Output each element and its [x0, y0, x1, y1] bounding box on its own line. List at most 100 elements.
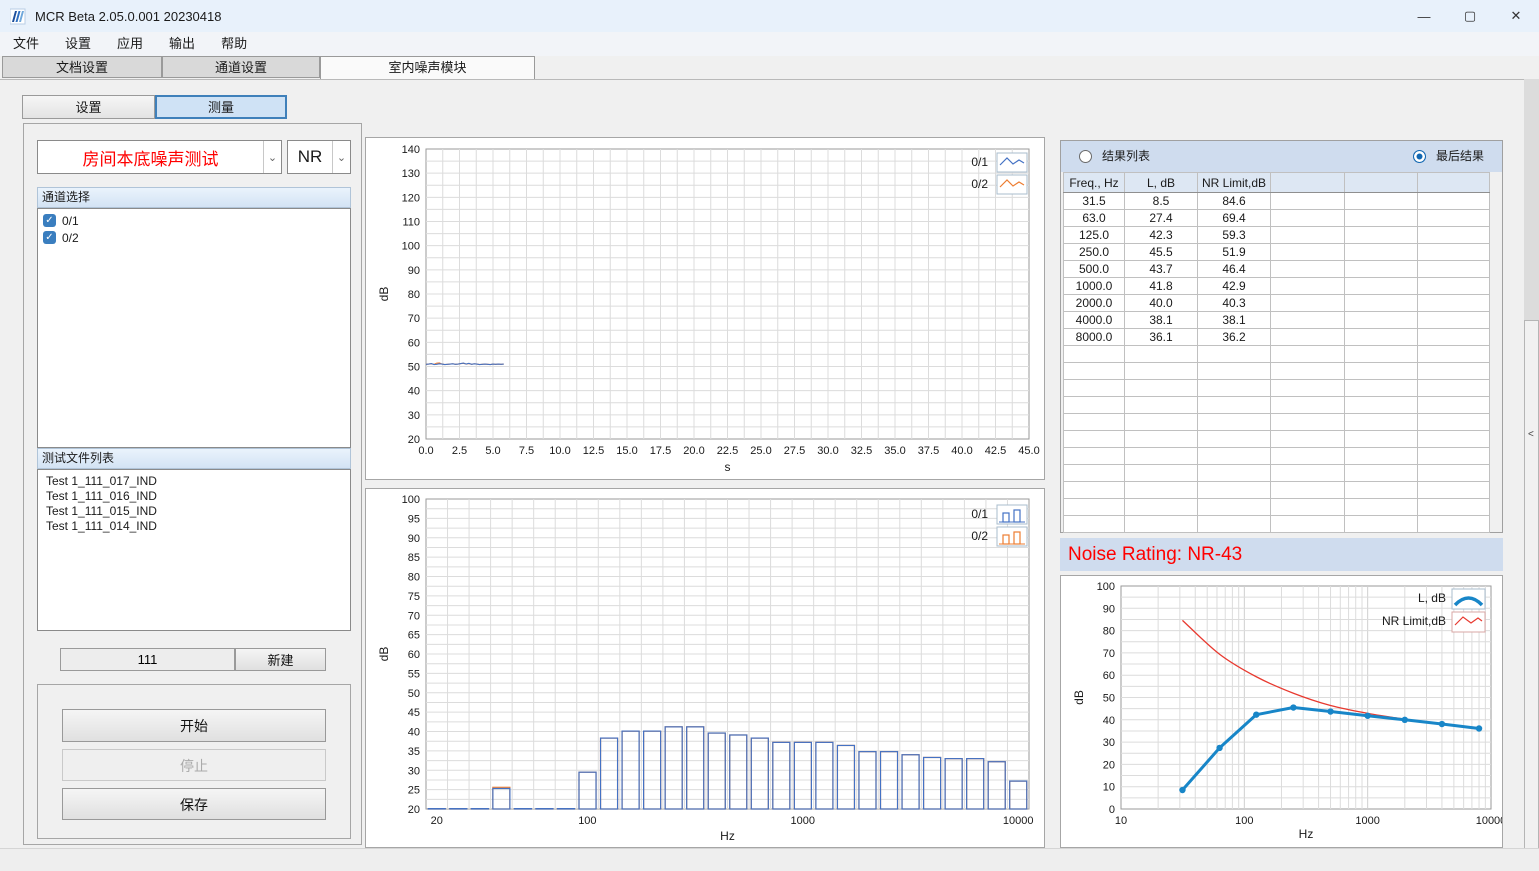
table-cell	[1345, 431, 1418, 448]
chevron-down-icon[interactable]: ⌄	[263, 141, 281, 173]
channel-checkbox[interactable]: ✓	[43, 231, 56, 244]
table-cell	[1345, 482, 1418, 499]
channel-item-0/1[interactable]: ✓0/1	[38, 212, 350, 229]
table-row[interactable]: 500.043.746.4	[1064, 261, 1490, 278]
chevron-down-icon[interactable]: ⌄	[332, 141, 350, 173]
table-cell	[1064, 465, 1125, 482]
channel-list[interactable]: ✓0/1✓0/2	[37, 208, 351, 448]
table-row[interactable]: 31.58.584.6	[1064, 193, 1490, 210]
table-cell	[1271, 482, 1345, 499]
time-history-chart: 20304050607080901001101201301400.02.55.0…	[365, 137, 1045, 480]
stop-button[interactable]: 停止	[62, 749, 326, 781]
svg-text:50: 50	[408, 688, 420, 700]
table-cell: 31.5	[1064, 193, 1125, 210]
svg-text:0/1: 0/1	[971, 507, 988, 521]
menubar: 文件 设置 应用 输出 帮助	[0, 32, 1539, 56]
test-file-item[interactable]: Test 1_111_015_IND	[38, 504, 350, 519]
table-row[interactable]: 2000.040.040.3	[1064, 295, 1490, 312]
menu-help[interactable]: 帮助	[208, 32, 260, 56]
close-button[interactable]: ✕	[1493, 0, 1539, 32]
table-cell	[1271, 329, 1345, 346]
save-button[interactable]: 保存	[62, 788, 326, 820]
tab-channel-settings[interactable]: 通道设置	[162, 56, 320, 78]
svg-text:35: 35	[408, 746, 420, 758]
svg-text:50: 50	[1103, 693, 1115, 705]
new-button[interactable]: 新建	[235, 648, 326, 671]
table-cell	[1271, 227, 1345, 244]
table-cell	[1345, 499, 1418, 516]
file-name-input[interactable]	[60, 648, 235, 671]
test-file-item[interactable]: Test 1_111_017_IND	[38, 474, 350, 489]
svg-text:20: 20	[431, 815, 443, 827]
table-cell: 250.0	[1064, 244, 1125, 261]
menu-settings[interactable]: 设置	[52, 32, 104, 56]
window-title: MCR Beta 2.05.0.001 20230418	[35, 9, 221, 24]
tab-indoor-noise-module[interactable]: 室内噪声模块	[320, 56, 535, 79]
result-list-radio[interactable]	[1079, 150, 1092, 163]
table-cell	[1271, 278, 1345, 295]
table-cell: 40.0	[1125, 295, 1198, 312]
svg-text:20: 20	[1103, 759, 1115, 771]
table-row[interactable]: 63.027.469.4	[1064, 210, 1490, 227]
table-cell: 45.5	[1125, 244, 1198, 261]
table-cell: 1000.0	[1064, 278, 1125, 295]
table-cell	[1418, 244, 1490, 261]
table-row[interactable]: 8000.036.136.2	[1064, 329, 1490, 346]
svg-text:90: 90	[408, 265, 420, 277]
svg-text:42.5: 42.5	[985, 445, 1006, 457]
menu-file[interactable]: 文件	[0, 32, 52, 56]
svg-text:70: 70	[1103, 648, 1115, 660]
right-dock-strip: <	[1524, 79, 1539, 870]
table-row[interactable]: 125.042.359.3	[1064, 227, 1490, 244]
table-row[interactable]: 4000.038.138.1	[1064, 312, 1490, 329]
table-cell	[1064, 414, 1125, 431]
menu-application[interactable]: 应用	[104, 32, 156, 56]
subtab-measure[interactable]: 测量	[155, 95, 287, 119]
table-cell: 38.1	[1125, 312, 1198, 329]
table-cell	[1418, 448, 1490, 465]
table-cell	[1125, 431, 1198, 448]
table-cell	[1271, 295, 1345, 312]
last-result-radio[interactable]	[1413, 150, 1426, 163]
subtab-settings[interactable]: 设置	[22, 95, 155, 119]
table-cell	[1418, 193, 1490, 210]
table-cell	[1198, 448, 1271, 465]
test-file-list[interactable]: Test 1_111_017_INDTest 1_111_016_INDTest…	[37, 469, 351, 631]
minimize-button[interactable]: —	[1401, 0, 1447, 32]
channel-item-0/2[interactable]: ✓0/2	[38, 229, 350, 246]
table-cell: 51.9	[1198, 244, 1271, 261]
svg-text:1000: 1000	[791, 815, 815, 827]
table-cell	[1271, 431, 1345, 448]
svg-text:70: 70	[408, 313, 420, 325]
svg-text:100: 100	[402, 494, 420, 506]
svg-text:5.0: 5.0	[485, 445, 500, 457]
collapse-panel-handle[interactable]: <	[1524, 320, 1539, 870]
results-panel: 结果列表 最后结果 Freq., HzL, dBNR Limit,dB31.58…	[1060, 140, 1503, 533]
table-cell	[1125, 482, 1198, 499]
svg-text:L, dB: L, dB	[1418, 591, 1446, 605]
table-cell	[1198, 516, 1271, 533]
channel-checkbox[interactable]: ✓	[43, 214, 56, 227]
test-file-item[interactable]: Test 1_111_016_IND	[38, 489, 350, 504]
svg-text:70: 70	[408, 610, 420, 622]
svg-text:40: 40	[408, 727, 420, 739]
test-type-combobox[interactable]: 房间本底噪声测试 ⌄	[37, 140, 282, 174]
titlebar: MCR Beta 2.05.0.001 20230418 — ▢ ✕	[0, 0, 1539, 32]
svg-text:22.5: 22.5	[717, 445, 738, 457]
maximize-button[interactable]: ▢	[1447, 0, 1493, 32]
table-row[interactable]: 250.045.551.9	[1064, 244, 1490, 261]
rating-standard-combobox[interactable]: NR ⌄	[287, 140, 351, 174]
table-cell: 41.8	[1125, 278, 1198, 295]
tab-document-settings[interactable]: 文档设置	[2, 56, 162, 78]
table-row[interactable]: 1000.041.842.9	[1064, 278, 1490, 295]
table-cell	[1418, 346, 1490, 363]
start-button[interactable]: 开始	[62, 709, 326, 742]
table-cell	[1125, 448, 1198, 465]
svg-text:dB: dB	[377, 287, 391, 302]
test-file-item[interactable]: Test 1_111_014_IND	[38, 519, 350, 534]
results-table: Freq., HzL, dBNR Limit,dB31.58.584.663.0…	[1063, 172, 1490, 533]
svg-text:12.5: 12.5	[583, 445, 604, 457]
menu-output[interactable]: 输出	[156, 32, 208, 56]
table-cell: 2000.0	[1064, 295, 1125, 312]
table-cell	[1345, 193, 1418, 210]
